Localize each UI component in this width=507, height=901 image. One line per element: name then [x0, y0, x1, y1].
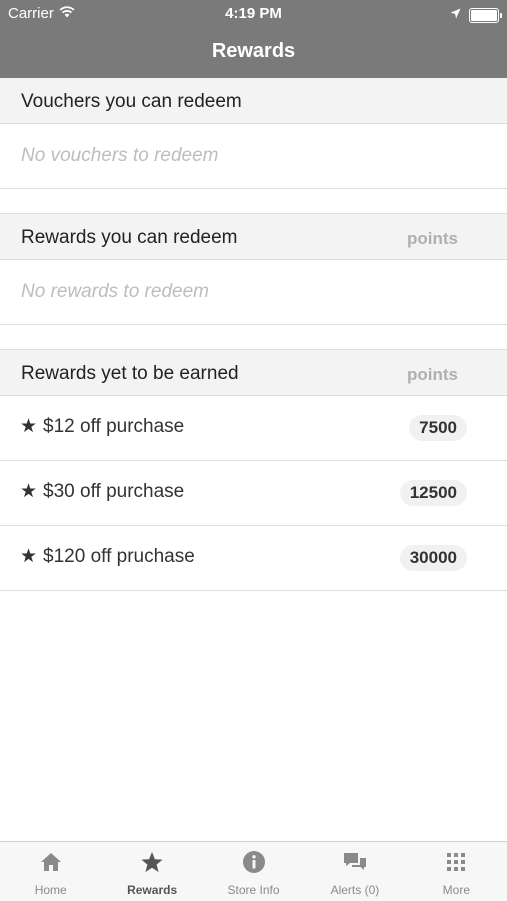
location-arrow-icon	[450, 6, 461, 24]
tab-rewards-label: Rewards	[127, 883, 178, 897]
tab-bar: Home Rewards Store Info Alerts (0) More	[0, 841, 507, 901]
tab-home-label: Home	[34, 883, 67, 897]
vouchers-section-header: Vouchers you can redeem	[0, 78, 507, 124]
star-icon	[101, 850, 202, 874]
reward-points-badge: 7500	[409, 415, 467, 441]
info-icon	[203, 850, 304, 874]
chat-bubbles-icon	[304, 850, 405, 874]
redeemable-points-header: points	[407, 229, 458, 248]
battery-level	[471, 9, 497, 21]
to-earn-points-header: points	[407, 365, 458, 384]
star-icon: ★	[20, 481, 38, 502]
status-indicators	[450, 6, 502, 24]
tab-store-info-label: Store Info	[227, 883, 280, 897]
tab-alerts-label: Alerts (0)	[330, 883, 380, 897]
home-icon	[0, 850, 101, 874]
navigation-bar: Carrier 4:19 PM Rewards	[0, 0, 507, 78]
tab-more-label: More	[442, 883, 470, 897]
to-earn-section-title: Rewards yet to be earned	[21, 363, 239, 384]
star-icon: ★	[20, 546, 38, 567]
reward-title: $12 off purchase	[43, 416, 185, 437]
tab-home[interactable]: Home	[0, 842, 101, 901]
tab-more[interactable]: More	[406, 842, 507, 901]
star-icon: ★	[20, 416, 38, 437]
reward-row[interactable]: ★ $30 off purchase 12500	[0, 461, 507, 526]
battery-icon	[469, 7, 502, 23]
reward-label: ★ $30 off purchase	[20, 480, 184, 503]
status-bar: Carrier 4:19 PM	[0, 0, 507, 28]
reward-points-badge: 12500	[399, 480, 467, 506]
redeemable-empty-row: No rewards to redeem	[0, 260, 507, 325]
reward-points-badge: 30000	[399, 545, 467, 571]
reward-title: $30 off purchase	[43, 481, 185, 502]
to-earn-section-header: Rewards yet to be earned points	[0, 349, 507, 396]
reward-title: $120 off pruchase	[43, 546, 195, 567]
status-time: 4:19 PM	[225, 5, 282, 22]
tab-alerts[interactable]: Alerts (0)	[304, 842, 405, 901]
page-title: Rewards	[211, 40, 296, 62]
reward-row[interactable]: ★ $120 off pruchase 30000	[0, 526, 507, 591]
vouchers-empty-row: No vouchers to redeem	[0, 124, 507, 189]
redeemable-section-header: Rewards you can redeem points	[0, 213, 507, 260]
reward-label: ★ $120 off pruchase	[20, 545, 195, 568]
vouchers-empty-text: No vouchers to redeem	[21, 145, 219, 166]
reward-row[interactable]: ★ $12 off purchase 7500	[0, 396, 507, 461]
tab-store-info[interactable]: Store Info	[203, 842, 304, 901]
redeemable-empty-text: No rewards to redeem	[21, 281, 209, 302]
tab-rewards[interactable]: Rewards	[101, 842, 202, 901]
vouchers-section-title: Vouchers you can redeem	[21, 91, 242, 112]
grid-dots-icon	[406, 850, 507, 874]
redeemable-section-title: Rewards you can redeem	[21, 227, 238, 248]
rewards-content: Vouchers you can redeem No vouchers to r…	[0, 78, 507, 591]
reward-label: ★ $12 off purchase	[20, 415, 184, 438]
